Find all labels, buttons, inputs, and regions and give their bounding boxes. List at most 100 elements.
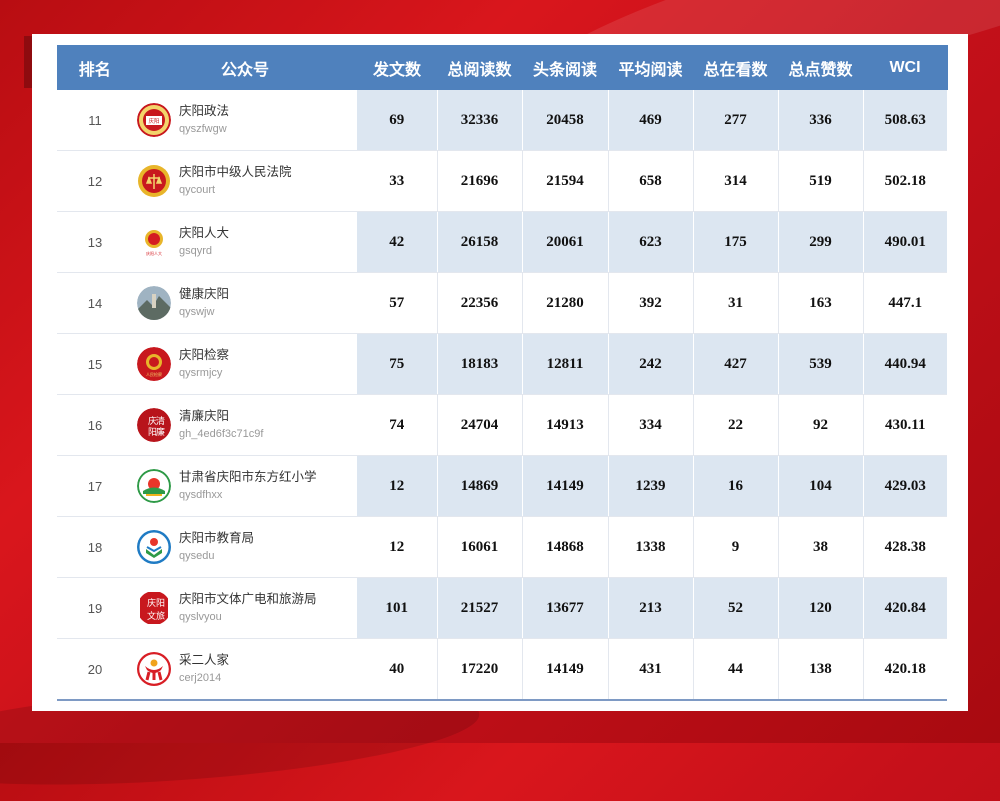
wci-cell: 490.01 [862,211,947,273]
header-account[interactable]: 公众号 [133,45,358,90]
table-row[interactable]: 12 庆阳市中级人民法院 qycourt 33 21696 21594 658 314 519 5… [57,150,947,212]
culture-tourism-logo-icon[interactable]: 庆阳文旅 [137,591,171,625]
account-name[interactable]: 庆阳政法 [179,102,229,120]
total-reads-cell: 21696 [436,150,522,212]
headline-reads-cell: 21280 [521,272,608,334]
account-name[interactable]: 健康庆阳 [179,285,229,303]
table-row[interactable]: 11 庆阳 庆阳政法 qyszfwgw 69 32336 20458 469 277 336 508… [57,90,947,151]
headline-reads-cell: 20061 [521,211,608,273]
wci-cell: 420.18 [862,638,947,701]
account-cell[interactable]: 庆阳 庆阳政法 qyszfwgw [133,90,357,151]
account-cell[interactable]: 采二人家 cerj2014 [133,638,357,701]
likes-cell: 299 [777,211,863,273]
account-cell[interactable]: 健康庆阳 qyswjw [133,272,357,334]
wci-cell: 420.84 [862,577,947,639]
watching-cell: 277 [692,90,778,151]
account-name[interactable]: 庆阳市中级人民法院 [179,163,292,181]
account-name[interactable]: 甘肃省庆阳市东方红小学 [179,468,317,486]
landscape-photo-icon[interactable] [137,286,171,320]
headline-reads-cell: 14149 [521,638,608,701]
posts-cell: 101 [357,577,437,639]
account-name[interactable]: 清廉庆阳 [179,407,263,425]
account-name[interactable]: 庆阳人大 [179,224,229,242]
account-id: qysrmjcy [179,367,223,379]
family-figure-icon[interactable] [137,652,171,686]
header-rank[interactable]: 排名 [57,45,134,90]
total-reads-cell: 24704 [436,394,522,456]
wci-cell: 502.18 [862,150,947,212]
table-row[interactable]: 19 庆阳文旅庆阳市文体广电和旅游局 qyslvyou 101 21527 13677 21… [57,577,947,639]
avg-reads-cell: 1239 [607,455,693,517]
table-row[interactable]: 14 健康庆阳 qyswjw 57 22356 21280 392 31 163 447.1 [57,272,947,334]
header-avg-reads[interactable]: 平均阅读 [608,45,694,90]
likes-cell: 38 [777,516,863,578]
total-reads-cell: 18183 [436,333,522,395]
likes-cell: 519 [777,150,863,212]
account-name[interactable]: 庆阳检察 [179,346,229,364]
account-name[interactable]: 庆阳市教育局 [179,529,254,547]
header-posts[interactable]: 发文数 [357,45,438,90]
wci-cell: 440.94 [862,333,947,395]
account-cell[interactable]: 庆阳市教育局 qysedu [133,516,357,578]
svg-text:人民检察: 人民检察 [146,371,162,377]
total-reads-cell: 32336 [436,90,522,151]
headline-reads-cell: 14868 [521,516,608,578]
watching-cell: 16 [692,455,778,517]
header-headline-reads[interactable]: 头条阅读 [522,45,609,90]
likes-cell: 120 [777,577,863,639]
total-reads-cell: 17220 [436,638,522,701]
header-wci[interactable]: WCI [863,45,948,90]
posts-cell: 69 [357,90,437,151]
wci-cell: 429.03 [862,455,947,517]
account-cell[interactable]: 人民检察 庆阳检察 qysrmjcy [133,333,357,395]
procuratorate-emblem-icon[interactable]: 人民检察 [137,347,171,381]
account-cell[interactable]: 庆阳文旅庆阳市文体广电和旅游局 qyslvyou [133,577,357,639]
account-name[interactable]: 采二人家 [179,651,229,669]
likes-cell: 104 [777,455,863,517]
total-reads-cell: 16061 [436,516,522,578]
posts-cell: 57 [357,272,437,334]
rank-cell: 19 [57,577,133,639]
rank-cell: 14 [57,272,133,334]
watching-cell: 314 [692,150,778,212]
police-emblem-icon[interactable]: 庆阳 [137,103,171,137]
likes-cell: 92 [777,394,863,456]
table-row[interactable]: 13 庆阳人大 庆阳人大 gsqyrd 42 26158 20061 623 175 299 490… [57,211,947,273]
account-cell[interactable]: 庆阳人大 庆阳人大 gsqyrd [133,211,357,273]
headline-reads-cell: 13677 [521,577,608,639]
avg-reads-cell: 1338 [607,516,693,578]
table-row[interactable]: 15 人民检察 庆阳检察 qysrmjcy 75 18183 12811 242 427 539 4… [57,333,947,395]
avg-reads-cell: 213 [607,577,693,639]
account-cell[interactable]: 庆阳市中级人民法院 qycourt [133,150,357,212]
account-name[interactable]: 庆阳市文体广电和旅游局 [179,590,317,608]
account-cell[interactable]: 庆清阳廉清廉庆阳 gh_4ed6f3c71c9f [133,394,357,456]
table-row[interactable]: 17 甘肃省庆阳市东方红小学 qysdfhxx 12 14869 14149 1239 16 1… [57,455,947,517]
header-total-reads[interactable]: 总阅读数 [437,45,523,90]
svg-text:廉: 廉 [156,426,165,438]
national-emblem-icon[interactable]: 庆阳人大 [137,225,171,259]
avg-reads-cell: 658 [607,150,693,212]
likes-cell: 539 [777,333,863,395]
education-bureau-icon[interactable] [137,530,171,564]
header-total-likes[interactable]: 总点赞数 [778,45,864,90]
table-row[interactable]: 20 采二人家 cerj2014 40 17220 14149 431 44 138 420.18 [57,638,947,701]
svg-text:阳: 阳 [156,598,165,609]
rank-cell: 11 [57,90,133,151]
avg-reads-cell: 623 [607,211,693,273]
watching-cell: 44 [692,638,778,701]
watching-cell: 22 [692,394,778,456]
table-row[interactable]: 16 庆清阳廉清廉庆阳 gh_4ed6f3c71c9f 74 24704 14913 334… [57,394,947,456]
account-id: qyszfwgw [179,123,227,135]
headline-reads-cell: 12811 [521,333,608,395]
header-total-watching[interactable]: 总在看数 [693,45,779,90]
svg-text:庆: 庆 [147,597,156,609]
calligraphy-logo-icon[interactable]: 庆清阳廉 [137,408,171,442]
school-sunrise-icon[interactable] [137,469,171,503]
court-emblem-icon[interactable] [137,164,171,198]
table-row[interactable]: 18 庆阳市教育局 qysedu 12 16061 14868 1338 9 38 428.38 [57,516,947,578]
account-cell[interactable]: 甘肃省庆阳市东方红小学 qysdfhxx [133,455,357,517]
posts-cell: 12 [357,455,437,517]
svg-text:清: 清 [156,415,165,427]
rank-cell: 18 [57,516,133,578]
rank-cell: 17 [57,455,133,517]
